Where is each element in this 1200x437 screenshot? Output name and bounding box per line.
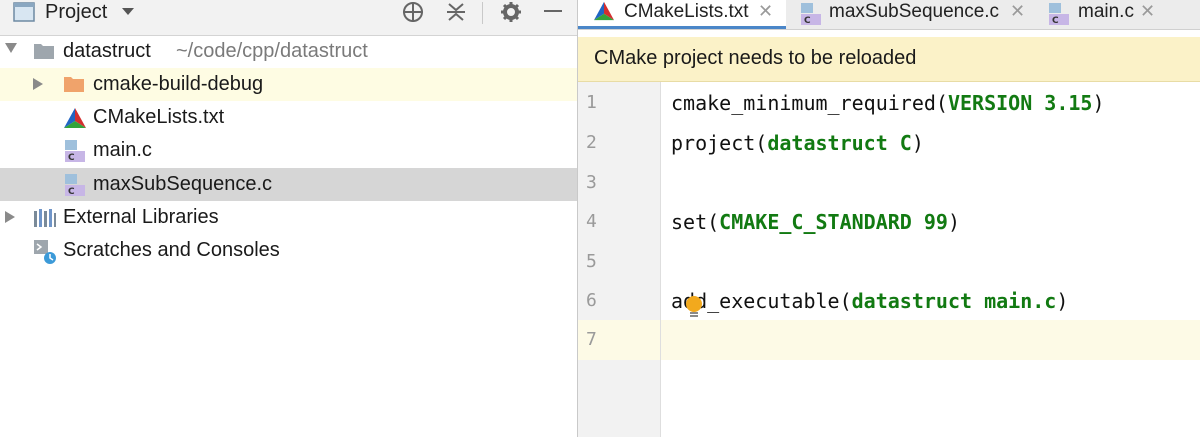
tree-item-cmakelists[interactable]: CMakeLists.txt bbox=[0, 101, 577, 134]
toolbar-separator bbox=[482, 2, 483, 24]
tree-item-main-c[interactable]: C main.c bbox=[0, 134, 577, 167]
close-icon[interactable]: ✕ bbox=[758, 0, 773, 22]
locate-target-icon[interactable] bbox=[402, 1, 424, 23]
tab-maxsubsequence[interactable]: C maxSubSequence.c ✕ bbox=[786, 0, 1031, 29]
gear-icon[interactable] bbox=[500, 1, 522, 23]
code-line[interactable] bbox=[661, 242, 1200, 282]
code-argument: datastruct C bbox=[767, 131, 912, 155]
svg-text:C: C bbox=[804, 16, 811, 26]
c-file-icon: C bbox=[65, 140, 85, 163]
chevron-down-icon[interactable] bbox=[121, 7, 135, 17]
libraries-icon bbox=[34, 209, 56, 227]
tree-item-label: cmake-build-debug bbox=[93, 73, 264, 95]
svg-text:C: C bbox=[68, 153, 75, 163]
cmake-reload-notification[interactable]: CMake project needs to be reloaded bbox=[578, 37, 1200, 82]
line-number: 5 bbox=[586, 251, 597, 272]
c-file-icon: C bbox=[65, 174, 85, 197]
line-number: 3 bbox=[586, 172, 597, 193]
project-panel-title[interactable]: Project bbox=[45, 0, 107, 25]
project-toolbar: Project bbox=[0, 0, 577, 36]
tree-item-cmake-build-debug[interactable]: cmake-build-debug bbox=[0, 68, 577, 101]
code-editor[interactable]: cmake_minimum_required(VERSION 3.15) pro… bbox=[661, 82, 1200, 437]
expand-arrow-icon[interactable] bbox=[5, 211, 15, 223]
tab-label: CMakeLists.txt bbox=[624, 1, 749, 22]
cmake-icon bbox=[594, 1, 614, 21]
code-line[interactable] bbox=[661, 320, 1200, 360]
active-tab-indicator bbox=[578, 26, 786, 29]
code-line[interactable]: add_executable(datastruct main.c) bbox=[661, 281, 1200, 321]
cmake-icon bbox=[64, 108, 86, 128]
code-line[interactable]: project(datastruct C) bbox=[661, 123, 1200, 163]
folder-icon bbox=[34, 44, 54, 59]
code-line[interactable]: cmake_minimum_required(VERSION 3.15) bbox=[661, 83, 1200, 123]
code-text: set(CMAKE_C_STANDARD 99) bbox=[671, 210, 960, 234]
tree-item-external-libraries[interactable]: External Libraries bbox=[0, 201, 577, 234]
project-view-icon bbox=[13, 2, 35, 22]
code-text: project(datastruct C) bbox=[671, 131, 924, 155]
code-argument: datastruct main.c bbox=[851, 289, 1057, 313]
close-icon[interactable]: ✕ bbox=[1140, 0, 1155, 22]
project-panel: Project datastruct ~/code/cpp/datastruct… bbox=[0, 0, 577, 437]
tab-label: main.c bbox=[1078, 1, 1134, 22]
line-number: 7 bbox=[578, 320, 660, 360]
line-number: 2 bbox=[586, 132, 597, 153]
svg-text:C: C bbox=[1052, 16, 1059, 26]
svg-text:C: C bbox=[68, 187, 75, 197]
tree-item-scratches-and-consoles[interactable]: Scratches and Consoles bbox=[0, 234, 577, 267]
lightbulb-icon[interactable] bbox=[683, 294, 705, 320]
line-number: 6 bbox=[586, 290, 597, 311]
editor-tab-bar: CMakeLists.txt ✕ C maxSubSequence.c ✕ C … bbox=[578, 0, 1200, 30]
tree-item-label: Scratches and Consoles bbox=[63, 239, 280, 261]
expand-arrow-icon[interactable] bbox=[33, 78, 43, 90]
tab-cmakelists[interactable]: CMakeLists.txt ✕ bbox=[578, 0, 786, 29]
c-file-icon: C bbox=[1049, 3, 1069, 26]
code-line[interactable]: set(CMAKE_C_STANDARD 99) bbox=[661, 202, 1200, 242]
tree-item-maxsubsequence-c[interactable]: C maxSubSequence.c bbox=[0, 168, 577, 201]
tree-item-label: maxSubSequence.c bbox=[93, 173, 273, 195]
line-number-gutter: 1 2 3 4 5 6 7 bbox=[578, 82, 661, 437]
line-number: 1 bbox=[586, 92, 597, 113]
tab-main-c[interactable]: C main.c ✕ bbox=[1031, 0, 1200, 29]
minimize-icon[interactable] bbox=[543, 1, 563, 21]
c-file-icon: C bbox=[801, 3, 821, 26]
scratches-icon bbox=[34, 240, 56, 264]
editor-panel: CMakeLists.txt ✕ C maxSubSequence.c ✕ C … bbox=[578, 0, 1200, 437]
tree-item-label: CMakeLists.txt bbox=[93, 106, 225, 128]
code-argument: CMAKE_C_STANDARD 99 bbox=[719, 210, 948, 234]
expand-arrow-icon[interactable] bbox=[5, 43, 17, 53]
tab-label: maxSubSequence.c bbox=[829, 1, 1000, 22]
notification-text: CMake project needs to be reloaded bbox=[594, 47, 917, 69]
tree-item-path: ~/code/cpp/datastruct bbox=[176, 40, 368, 62]
code-text: cmake_minimum_required(VERSION 3.15) bbox=[671, 91, 1105, 115]
code-line[interactable] bbox=[661, 163, 1200, 203]
tree-item-label: main.c bbox=[93, 139, 152, 161]
code-text: add_executable(datastruct main.c) bbox=[671, 289, 1069, 313]
tree-item-label: datastruct bbox=[63, 40, 151, 62]
code-argument: VERSION 3.15 bbox=[947, 91, 1093, 115]
collapse-all-icon[interactable] bbox=[445, 1, 467, 23]
close-icon[interactable]: ✕ bbox=[1010, 0, 1025, 22]
line-number: 4 bbox=[586, 211, 597, 232]
tree-item-label: External Libraries bbox=[63, 206, 219, 228]
tree-item-datastruct[interactable]: datastruct ~/code/cpp/datastruct bbox=[0, 35, 577, 68]
orange-folder-icon bbox=[64, 77, 84, 92]
